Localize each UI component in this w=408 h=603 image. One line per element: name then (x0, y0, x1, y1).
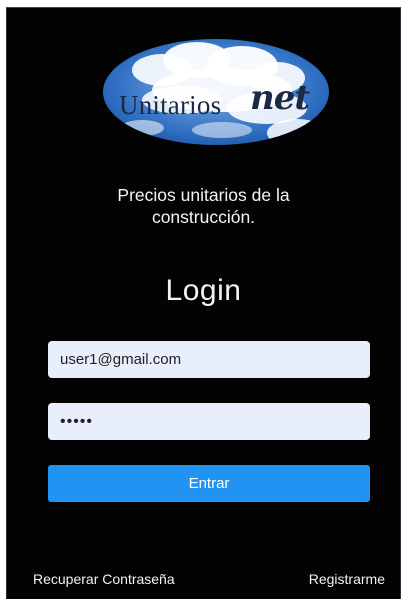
login-screen: Unitarios net Precios unitarios de la co… (6, 7, 401, 599)
login-button[interactable]: Entrar (48, 465, 370, 502)
logo-text: Unitarios (119, 90, 222, 120)
tagline-line-2: construcción. (151, 207, 256, 227)
email-field[interactable] (48, 341, 370, 378)
unitarios-net-logo: Unitarios net (102, 38, 330, 146)
password-field[interactable] (48, 403, 370, 440)
logo-suffix: net (250, 78, 310, 118)
tagline: Precios unitarios de la construcción. (7, 184, 400, 228)
tagline-line-1: Precios unitarios de la (117, 185, 290, 205)
recover-password-link[interactable]: Recuperar Contraseña (33, 571, 175, 587)
register-link[interactable]: Registrarme (309, 571, 385, 587)
login-title: Login (165, 274, 242, 307)
